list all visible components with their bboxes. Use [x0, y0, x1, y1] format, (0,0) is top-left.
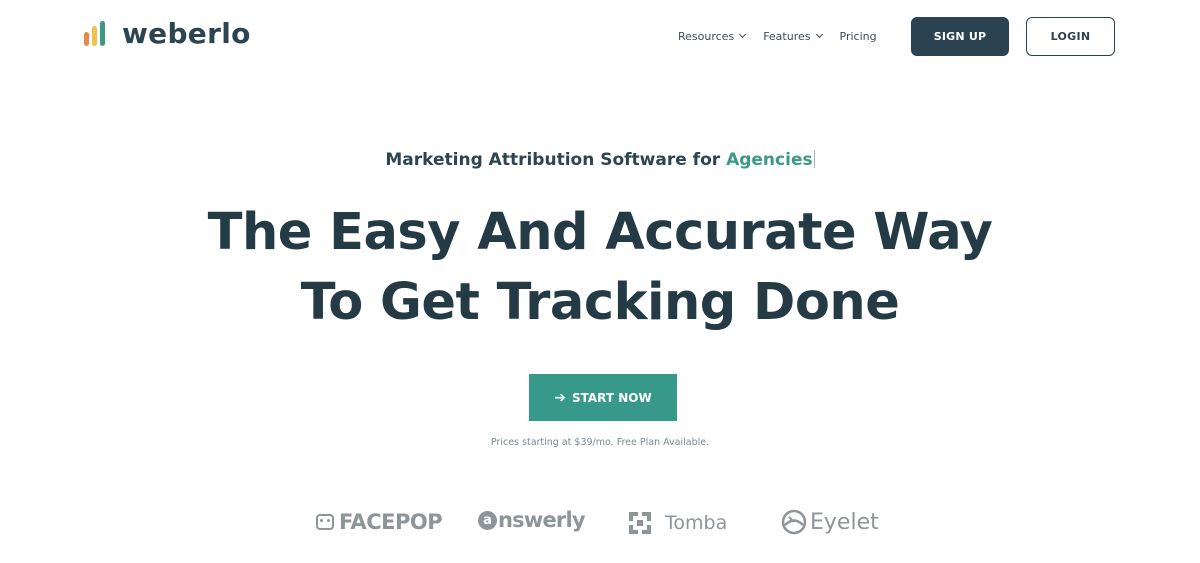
facepop-label: FACEPOP — [339, 510, 443, 534]
eyelet-icon — [781, 509, 807, 535]
nav-pricing[interactable]: Pricing — [840, 30, 877, 43]
eyelet-label: Eyelet — [810, 509, 879, 535]
price-note: Prices starting at $39/mo. Free Plan Ava… — [490, 437, 710, 448]
nav-pricing-label: Pricing — [839, 29, 877, 43]
answerly-logo: a nswerly — [478, 508, 586, 532]
nav-features-label: Features — [763, 29, 811, 43]
facepop-logo: FACEPOP — [316, 510, 443, 534]
kicker-accent: Agencies — [726, 150, 813, 170]
answerly-label: nswerly — [498, 508, 586, 532]
nav-resources-label: Resources — [678, 29, 735, 43]
arrow-right-icon: ➔ — [554, 389, 566, 406]
start-now-button[interactable]: ➔ START NOW — [529, 374, 677, 421]
nav-features[interactable]: Features — [763, 29, 823, 43]
start-now-label: START NOW — [572, 390, 652, 405]
tomba-logo: Tomba — [627, 510, 727, 536]
chevron-down-icon — [739, 30, 747, 38]
hero-kicker: Marketing Attribution Software for Agenc… — [0, 150, 1200, 170]
tomba-icon — [629, 512, 651, 534]
eyelet-logo: Eyelet — [780, 508, 879, 536]
nav-resources[interactable]: Resources — [678, 29, 747, 43]
weberlo-logo-icon — [84, 21, 105, 46]
headline-line-2: To Get Tracking Done — [300, 273, 900, 332]
facepop-icon — [316, 514, 334, 530]
logo-wordmark: weberlo — [122, 17, 251, 50]
signup-button[interactable]: SIGN UP — [911, 17, 1009, 56]
hero-headline: The Easy And Accurate Way To Get Trackin… — [0, 198, 1200, 338]
chevron-down-icon — [815, 30, 823, 38]
answerly-icon: a — [478, 510, 497, 530]
login-button[interactable]: LOGIN — [1026, 17, 1115, 56]
weberlo-logo[interactable]: weberlo — [82, 18, 251, 50]
site-header: weberlo Resources Features Pricing SIGN … — [0, 0, 1200, 72]
kicker-text: Marketing Attribution Software for — [385, 150, 727, 170]
typing-caret — [813, 150, 815, 168]
customer-logos: FACEPOP a nswerly Tomba Eyelet — [0, 505, 1200, 545]
headline-line-1: The Easy And Accurate Way — [207, 203, 993, 262]
tomba-label: Tomba — [665, 512, 728, 534]
main-nav: Resources Features Pricing — [678, 17, 895, 55]
